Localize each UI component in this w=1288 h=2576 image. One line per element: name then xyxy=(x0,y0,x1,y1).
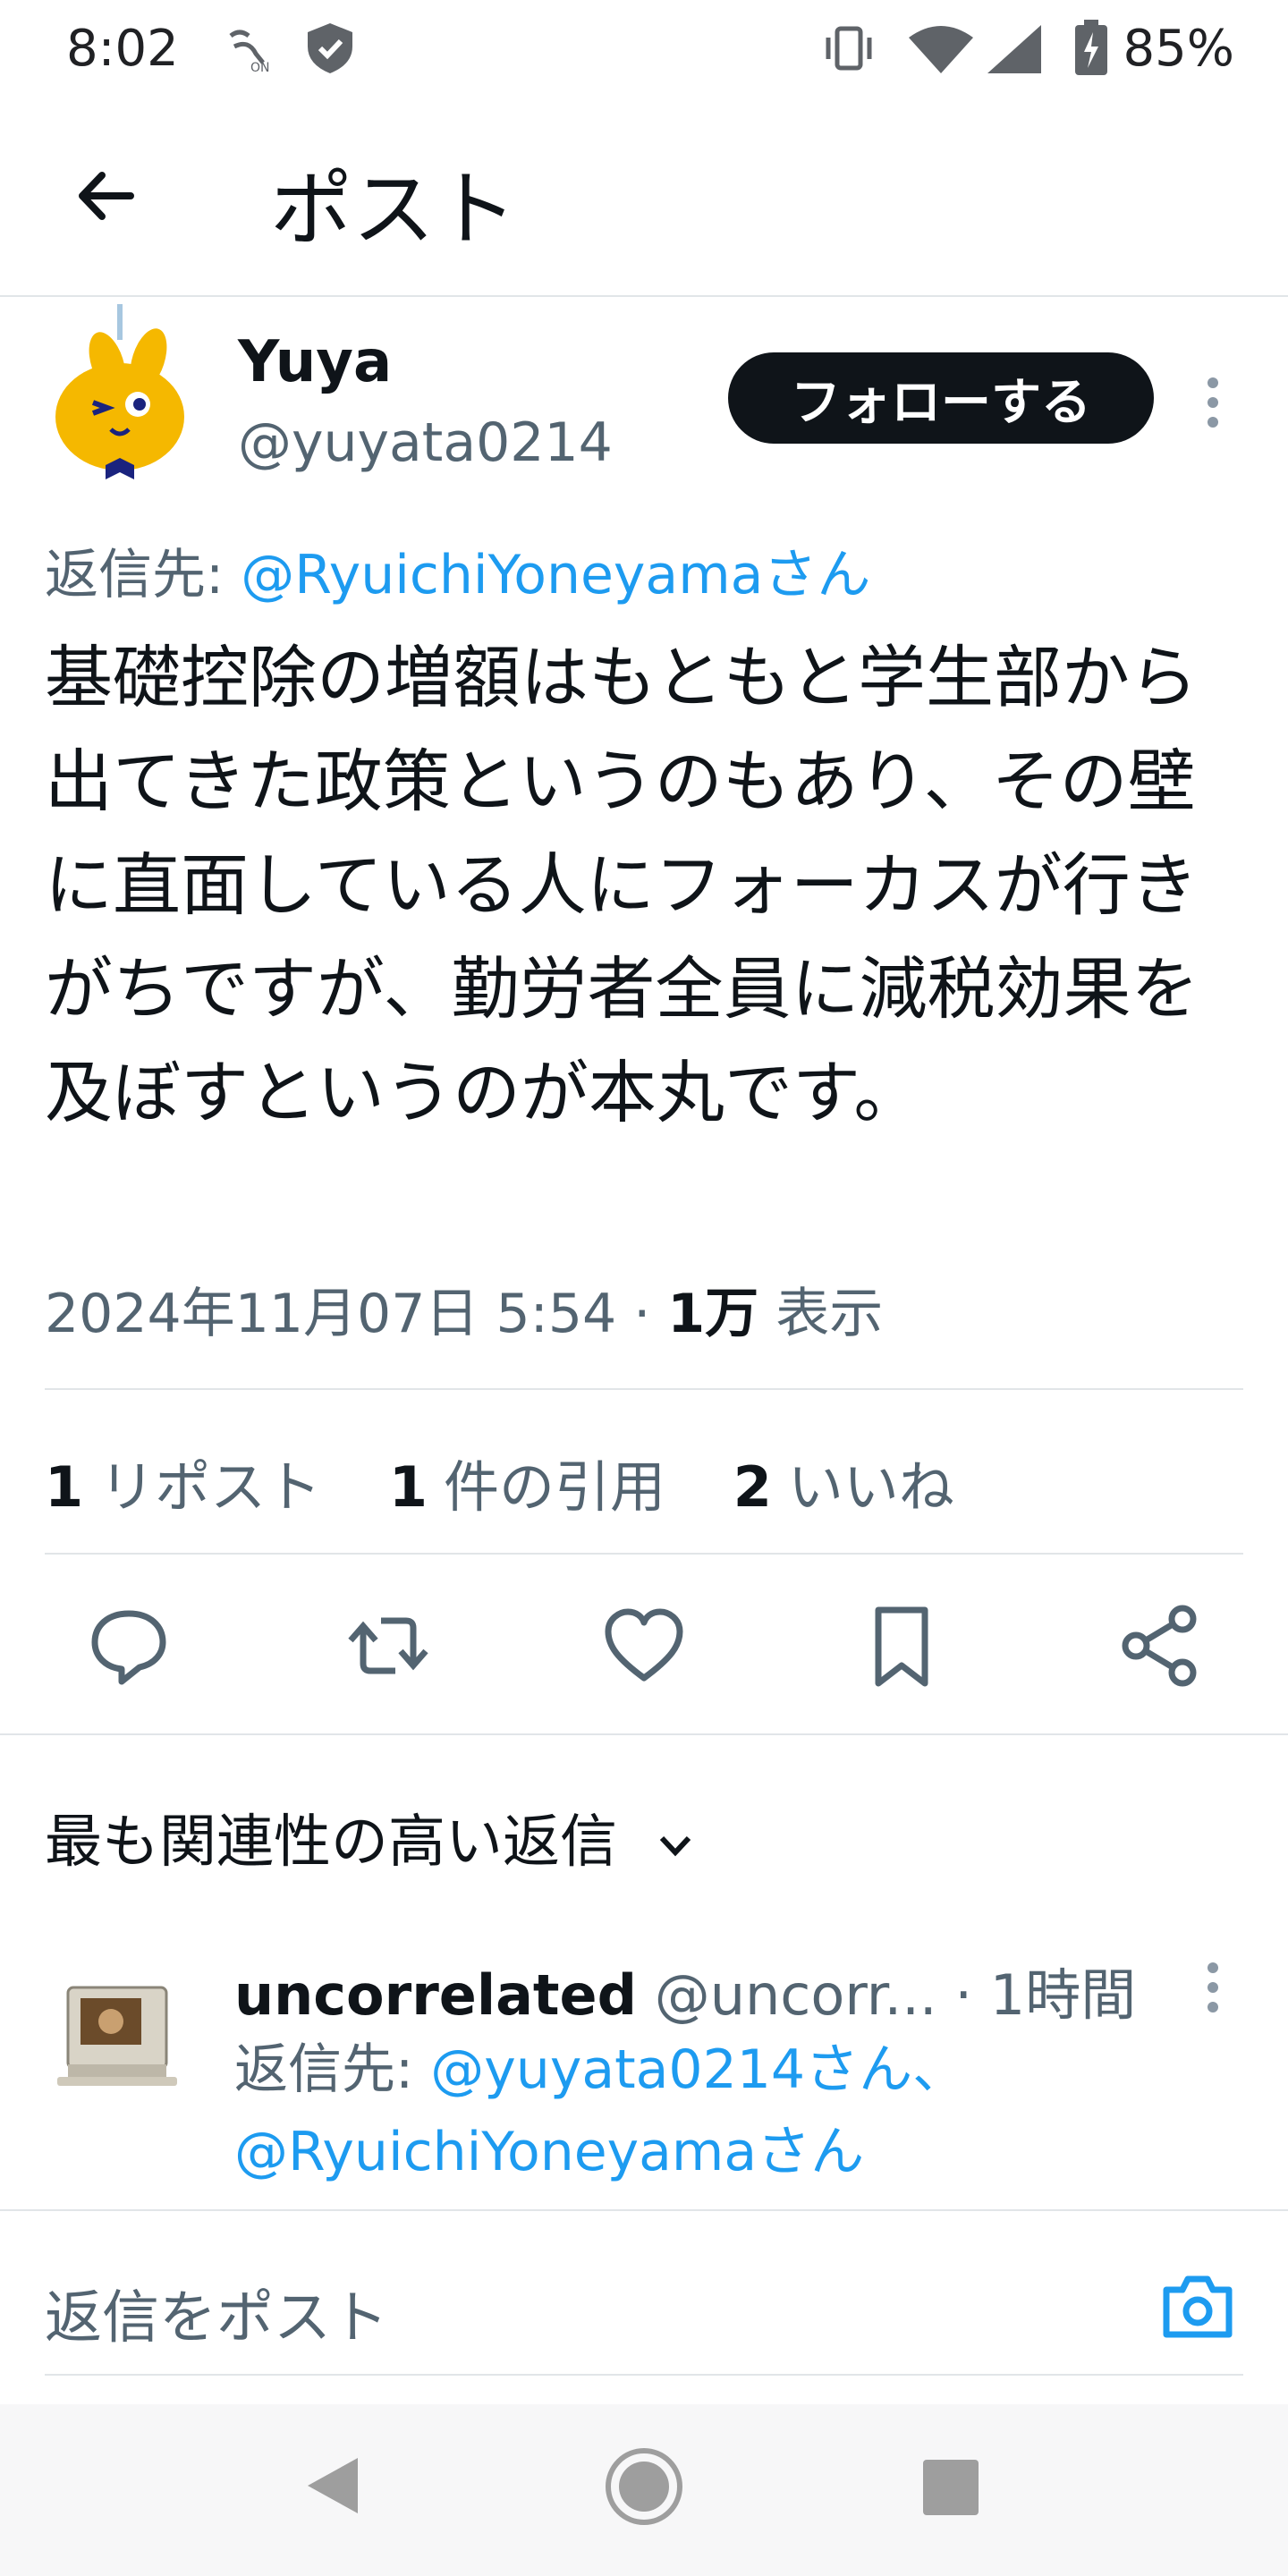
like-stat[interactable]: 2 いいね xyxy=(733,1454,954,1520)
quote-stat[interactable]: 1 件の引用 xyxy=(389,1454,665,1520)
camera-icon[interactable] xyxy=(1159,2268,1236,2345)
signal-icon xyxy=(987,25,1041,73)
stats-divider xyxy=(45,1553,1243,1555)
nfc-icon: ON xyxy=(229,30,270,75)
reply-icon[interactable] xyxy=(84,1601,174,1690)
actions-divider xyxy=(0,1733,1288,1735)
follow-button[interactable]: フォローする xyxy=(728,352,1154,444)
compose-reply-input[interactable]: 返信をポスト xyxy=(45,2272,388,2354)
reply-to-user2-link[interactable]: @RyuichiYoneyamaさん xyxy=(234,2121,864,2183)
status-time: 8:02 xyxy=(66,20,179,78)
like-count: 2 xyxy=(733,1454,772,1520)
repost-label: リポスト xyxy=(99,1454,322,1520)
like-heart-icon[interactable] xyxy=(599,1601,689,1690)
reply-to-prefix: 返信先: xyxy=(234,2038,431,2101)
reply-divider xyxy=(0,2209,1288,2211)
reply-author-avatar[interactable] xyxy=(50,1979,184,2095)
author-name[interactable]: Yuya xyxy=(238,329,392,395)
compose-divider xyxy=(45,2374,1243,2376)
chevron-down-icon xyxy=(660,1836,691,1857)
vibrate-icon xyxy=(826,26,872,71)
quote-count: 1 xyxy=(388,1454,428,1520)
shield-icon xyxy=(308,23,352,73)
repost-icon[interactable] xyxy=(343,1601,433,1690)
tweet-timestamp[interactable]: 2024年11月07日 5:54 xyxy=(45,1283,616,1345)
views-label: 表示 xyxy=(758,1283,884,1345)
meta-separator: · xyxy=(616,1283,668,1345)
quote-label: 件の引用 xyxy=(444,1454,666,1520)
views-count: 1万 xyxy=(667,1283,759,1345)
wifi-icon xyxy=(909,26,973,73)
reply-time[interactable]: · 1時間 xyxy=(954,1962,1136,2028)
author-avatar[interactable] xyxy=(43,304,190,487)
tweet-text: 基礎控除の増額はもともと学生部から出てきた政策というのもあり、その壁に直面してい… xyxy=(45,638,1199,1132)
reply-to-line: 返信先: @RyuichiYoneyamaさん xyxy=(45,531,870,609)
battery-icon xyxy=(1075,20,1107,75)
like-label: いいね xyxy=(787,1454,954,1520)
replies-sort-label: 最も関連性の高い返信 xyxy=(45,1809,617,1876)
svg-text:ON: ON xyxy=(250,61,270,75)
reply-to-user1-link[interactable]: @yuyata0214さん、 xyxy=(430,2038,966,2101)
computer-avatar-image xyxy=(57,1986,177,2086)
engagement-stats: 1 リポスト 1 件の引用 2 いいね xyxy=(45,1442,1004,1522)
page-title: ポスト xyxy=(270,162,518,258)
system-navigation-bar xyxy=(0,2404,1288,2576)
arrow-left-icon xyxy=(79,172,134,220)
replies-sort-dropdown[interactable]: 最も関連性の高い返信 xyxy=(45,1796,698,1878)
tweet-meta: 2024年11月07日 5:54 · 1万 表示 xyxy=(45,1270,883,1348)
nav-home-icon[interactable] xyxy=(603,2445,685,2528)
reply-author-name[interactable]: uncorrelated xyxy=(234,1962,637,2028)
nav-back-icon[interactable] xyxy=(304,2454,361,2517)
share-icon[interactable] xyxy=(1114,1601,1204,1690)
reply-header: uncorrelated @uncorr... · 1時間 xyxy=(234,1950,1136,2030)
repost-count: 1 xyxy=(45,1454,84,1520)
reply-to-prefix: 返信先: xyxy=(45,544,242,606)
rabbit-avatar-image xyxy=(55,304,184,479)
reply-reply-to-line: 返信先: @yuyata0214さん、 @RyuichiYoneyamaさん xyxy=(234,2029,1218,2193)
bookmark-icon[interactable] xyxy=(857,1601,946,1690)
battery-percent: 85% xyxy=(1123,20,1234,78)
header-divider xyxy=(0,295,1288,297)
meta-divider xyxy=(45,1388,1243,1390)
back-button[interactable] xyxy=(57,152,156,250)
reply-to-user-link[interactable]: @RyuichiYoneyamaさん xyxy=(241,544,870,606)
reply-more-options-icon[interactable] xyxy=(1204,1962,1222,2021)
author-handle[interactable]: @yuyata0214 xyxy=(238,411,613,474)
repost-stat[interactable]: 1 リポスト xyxy=(45,1454,321,1520)
more-options-icon[interactable] xyxy=(1204,377,1222,436)
reply-author-handle[interactable]: @uncorr... xyxy=(655,1962,937,2028)
nav-recents-icon[interactable] xyxy=(921,2458,980,2517)
